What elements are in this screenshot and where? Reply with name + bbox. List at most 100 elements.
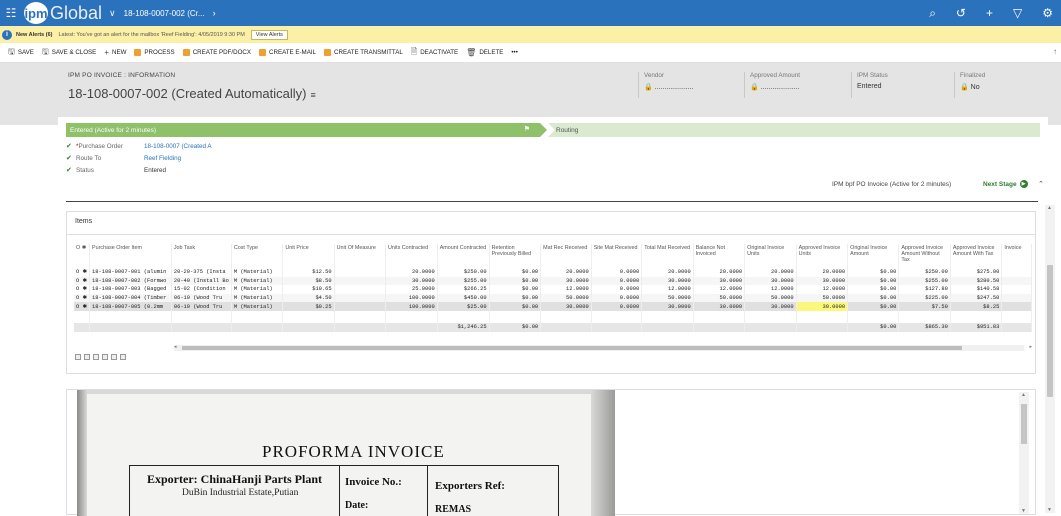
table-cell[interactable]: 06-19 (Wood Tru xyxy=(171,293,232,303)
table-cell[interactable] xyxy=(1001,285,1032,294)
column-header[interactable]: Approved Invoice Amount Without Tax xyxy=(898,244,951,268)
purchase-order-link[interactable]: 18-108-0007 (Created A xyxy=(144,143,212,150)
table-cell[interactable] xyxy=(334,276,387,286)
table-cell[interactable]: 20.0000 xyxy=(385,268,438,277)
table-cell[interactable]: 30.0000 xyxy=(744,276,797,286)
form-scrollbar[interactable]: ▲ ▼ xyxy=(1045,205,1055,513)
column-header[interactable]: Total Mat Received xyxy=(641,244,694,268)
process-button[interactable]: PROCESS xyxy=(134,49,175,56)
new-button[interactable]: + NEW xyxy=(104,48,126,57)
grid-horizontal-scrollbar[interactable]: ◂ ▸ xyxy=(174,344,1032,351)
table-cell[interactable]: $8.50 xyxy=(282,276,335,286)
column-header[interactable]: Amount Contracted xyxy=(437,244,490,268)
table-cell[interactable]: 0.0000 xyxy=(591,302,643,311)
table-cell[interactable]: 12.0000 xyxy=(796,285,849,294)
filter-icon[interactable] xyxy=(120,354,126,360)
table-cell[interactable]: 12.0000 xyxy=(641,285,694,294)
table-cell[interactable]: 50.0000 xyxy=(641,293,694,303)
stage-routing[interactable]: Routing xyxy=(548,123,1040,137)
table-cell[interactable]: 20.0000 xyxy=(641,268,694,277)
scroll-up-icon[interactable]: ▲ xyxy=(1047,205,1052,211)
column-header[interactable]: Purchase Order Item xyxy=(89,244,172,268)
table-cell[interactable]: 12.0000 xyxy=(744,285,797,294)
save-button[interactable]: 🖫 SAVE xyxy=(8,46,34,60)
table-cell[interactable]: M (Material) xyxy=(231,268,284,277)
table-cell[interactable]: $225.00 xyxy=(898,293,951,303)
arrow-up-icon[interactable]: ↑ xyxy=(1053,47,1057,56)
table-cell[interactable] xyxy=(334,268,387,277)
table-cell[interactable]: 100.0000 xyxy=(385,293,438,303)
search-icon[interactable]: ⌕ xyxy=(929,6,936,21)
table-cell[interactable]: M (Material) xyxy=(231,276,284,286)
deactivate-button[interactable]: 🗎 DEACTIVATE xyxy=(411,46,458,60)
table-cell[interactable]: 18-108-0007-001 (alumin xyxy=(89,268,172,277)
table-cell[interactable]: 30.0000 xyxy=(540,276,592,286)
table-row[interactable]: O ✱ 18-108-0007-005 (0.2mm 06-19 (Wood Tru… xyxy=(74,302,1032,311)
gear-icon[interactable]: ⚙ xyxy=(1042,6,1053,20)
print-icon[interactable] xyxy=(93,354,99,360)
column-header[interactable]: Approved Invoice Units xyxy=(796,244,849,268)
form-selector-icon[interactable]: ≡ xyxy=(310,90,315,100)
app-logo[interactable]: ipm Global xyxy=(24,2,102,24)
table-cell[interactable]: $0.00 xyxy=(489,268,542,277)
table-cell[interactable]: 0.0000 xyxy=(591,285,643,294)
table-cell[interactable]: M (Material) xyxy=(231,302,284,311)
table-cell[interactable]: $10.65 xyxy=(282,285,335,294)
table-cell[interactable]: 20-20-375 (Insta xyxy=(171,268,232,277)
table-cell[interactable]: $0.00 xyxy=(847,293,900,303)
table-cell[interactable]: $266.25 xyxy=(437,285,490,294)
table-cell[interactable]: 18-108-0007-002 (Formwo xyxy=(89,276,172,286)
table-cell[interactable]: $0.00 xyxy=(847,302,900,311)
table-cell[interactable]: 30.0000 xyxy=(693,302,746,311)
table-cell[interactable]: 0.0000 xyxy=(591,268,643,277)
table-cell[interactable]: $7.50 xyxy=(898,302,951,311)
scroll-thumb[interactable] xyxy=(182,346,962,350)
column-header[interactable]: Unit Price xyxy=(282,244,335,268)
refresh-icon[interactable] xyxy=(84,354,90,360)
table-cell[interactable]: $127.80 xyxy=(898,285,951,294)
more-commands-button[interactable]: ••• xyxy=(511,49,518,56)
scroll-down-icon[interactable]: ▼ xyxy=(1047,507,1052,513)
table-row[interactable]: O ✱ 18-108-0007-003 (Bagged 15-02 (Conditi… xyxy=(74,285,1032,294)
scroll-left-icon[interactable]: ◂ xyxy=(174,344,177,350)
table-cell[interactable]: $450.00 xyxy=(437,293,490,303)
plus-icon[interactable]: + xyxy=(986,6,993,20)
settings-icon[interactable] xyxy=(111,354,117,360)
column-header[interactable]: Retention Previously Billed xyxy=(489,244,542,268)
column-header[interactable]: Mat Rec Received xyxy=(540,244,592,268)
export-icon[interactable] xyxy=(102,354,108,360)
table-cell[interactable]: O ✱ xyxy=(74,268,90,277)
table-cell[interactable]: $4.50 xyxy=(282,293,335,303)
table-cell[interactable]: 06-19 (Wood Tru xyxy=(171,302,232,311)
table-cell[interactable]: 30.0000 xyxy=(385,276,438,286)
table-cell[interactable]: 30.0000 xyxy=(796,302,849,311)
table-cell[interactable]: $0.00 xyxy=(489,285,542,294)
table-cell[interactable]: O ✱ xyxy=(74,276,90,286)
table-cell[interactable]: $0.25 xyxy=(282,302,335,311)
table-cell[interactable]: 18-108-0007-005 (0.2mm xyxy=(89,302,172,311)
table-cell[interactable]: $0.00 xyxy=(489,293,542,303)
table-cell[interactable]: 30.0000 xyxy=(796,276,849,286)
table-cell[interactable]: 50.0000 xyxy=(540,293,592,303)
table-cell[interactable]: 100.0000 xyxy=(385,302,438,311)
table-cell[interactable]: 25.0000 xyxy=(385,285,438,294)
table-row[interactable]: O ✱ 18-108-0007-002 (Formwo 20-40 (Install… xyxy=(74,276,1032,286)
table-cell[interactable]: $275.00 xyxy=(950,268,1003,277)
table-cell[interactable]: 30.0000 xyxy=(641,276,694,286)
table-cell[interactable]: $255.00 xyxy=(898,276,951,286)
column-header[interactable]: Original Invoice Units xyxy=(744,244,797,268)
table-cell[interactable]: 30.0000 xyxy=(641,302,694,311)
chevron-down-icon[interactable]: ∨ xyxy=(109,8,116,19)
table-cell[interactable]: $25.00 xyxy=(437,302,490,311)
column-header[interactable]: O ✱ xyxy=(74,244,90,268)
table-cell[interactable]: $280.50 xyxy=(950,276,1003,286)
table-cell[interactable] xyxy=(334,293,387,303)
table-cell[interactable]: $250.00 xyxy=(437,268,490,277)
column-header[interactable]: Approved Invoice Amount With Tax xyxy=(950,244,1003,268)
save-close-button[interactable]: 🖫 SAVE & CLOSE xyxy=(42,46,96,60)
history-icon[interactable]: ↺ xyxy=(956,6,966,20)
table-cell[interactable]: 12.0000 xyxy=(540,285,592,294)
column-header[interactable]: Cost Type xyxy=(231,244,284,268)
column-header[interactable]: Original Invoice Amount xyxy=(847,244,900,268)
table-cell[interactable]: 20.0000 xyxy=(540,268,592,277)
